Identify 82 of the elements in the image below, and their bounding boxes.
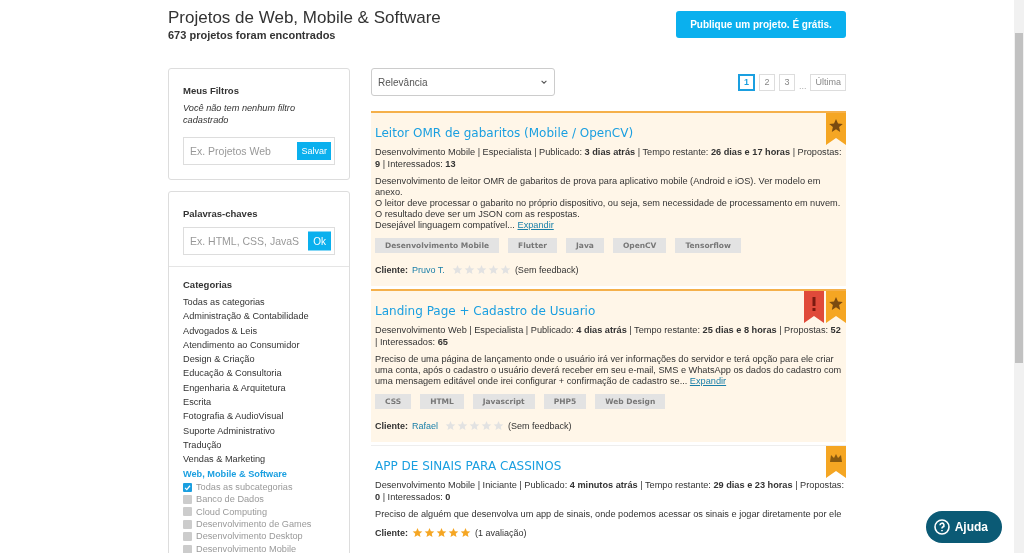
- project-meta: Desenvolvimento Mobile | Iniciante | Publicado: 4 minutos atrás | Tempo restante: 29 dias e 23 horas | Propostas: 0 | Interessados: 0: [375, 479, 844, 503]
- category-link[interactable]: Advogados & Leis: [183, 323, 335, 338]
- subcategory-label: Desenvolvimento de Games: [196, 518, 312, 531]
- star-icon: [499, 264, 511, 275]
- category-link[interactable]: Suporte Administrativo: [183, 423, 335, 438]
- subcategory-label: Cloud Computing: [196, 505, 267, 519]
- client-label: Cliente:: [375, 420, 408, 431]
- crown-ribbon-icon: [826, 446, 846, 478]
- category-link[interactable]: Escrita: [183, 395, 335, 410]
- category-link[interactable]: Tradução: [183, 437, 335, 453]
- page-button[interactable]: 1: [737, 73, 755, 91]
- project-meta: Desenvolvimento Web | Especialista | Publicado: 4 dias atrás | Tempo restante: 25 dias e 8 horas | Propostas: 52 | Interessados: 65: [375, 324, 842, 348]
- star-icon: [451, 264, 463, 275]
- star-icon: [448, 527, 459, 538]
- help-button[interactable]: Ajuda: [925, 511, 1002, 543]
- star-icon: [412, 527, 423, 538]
- page-button[interactable]: 2: [758, 73, 775, 91]
- question-icon: [933, 519, 950, 535]
- subcategory-label: Todas as subcategorias: [196, 480, 293, 494]
- chevron-down-icon: [540, 78, 548, 86]
- project-description: Preciso de uma página de lançamento onde o usuário irá ver informações do servidor e terá opção para ele criar uma conta, após o cadastro o usuário deverá receber em seu e-mail, SMS e WhatsApp os dados do cadastro com uma mensagem editável onde irei configurar + confirmação de cadastro se... Expandir: [375, 354, 843, 387]
- page-title: Projetos de Web, Mobile & Software: [168, 8, 441, 28]
- star-icon: [475, 264, 487, 275]
- star-icon: [424, 527, 435, 538]
- client-name[interactable]: Pruvo T.: [412, 264, 445, 275]
- subcategory-label: Desenvolvimento Mobile: [196, 542, 297, 553]
- feedback-text: (1 avaliação): [475, 527, 527, 538]
- star-icon: [463, 264, 475, 275]
- checkbox[interactable]: [183, 507, 192, 517]
- subcategory-label: Desenvolvimento Desktop: [196, 530, 303, 543]
- scrollbar[interactable]: [1014, 0, 1024, 553]
- category-link[interactable]: Atendimento ao Consumidor: [183, 337, 335, 353]
- category-link[interactable]: Todas as categorias: [183, 295, 335, 310]
- exclamation-ribbon-icon: [804, 291, 824, 323]
- save-button[interactable]: Salvar: [297, 142, 331, 160]
- subcategory-label: Banco de Dados: [196, 493, 264, 506]
- checkbox[interactable]: [183, 494, 192, 504]
- star-icon: [469, 420, 481, 431]
- star-ribbon-icon: [826, 291, 846, 323]
- category-link[interactable]: Vendas & Marketing: [183, 452, 335, 467]
- star-ribbon-icon: [826, 113, 846, 145]
- star-icon: [487, 264, 499, 275]
- category-link[interactable]: Educação & Consultoria: [183, 366, 335, 381]
- ok-button[interactable]: Ok: [308, 231, 331, 251]
- project-title[interactable]: Landing Page + Cadastro de Usuario: [375, 304, 596, 318]
- client-label: Cliente:: [375, 264, 408, 275]
- category-link[interactable]: Administração & Contabilidade: [183, 309, 335, 324]
- client-name[interactable]: Rafael: [412, 420, 439, 431]
- project-description: Preciso de alguém que desenvolva um app de sinais, onde podemos acessar os sinais e jogar diretamente por ele: [375, 509, 843, 520]
- expand-link[interactable]: Expandir: [689, 376, 727, 386]
- category-link[interactable]: Fotografia & AudioVisual: [183, 409, 335, 424]
- pagination-ellipsis: ...: [798, 80, 807, 91]
- client-label: Cliente:: [375, 527, 408, 538]
- star-icon: [493, 420, 505, 431]
- last-page-button[interactable]: Última: [810, 73, 846, 91]
- categories-title: Categorias: [183, 279, 234, 290]
- star-icon: [481, 420, 493, 431]
- star-icon: [460, 527, 471, 538]
- publish-project-button[interactable]: Publique um projeto. É grátis.: [676, 11, 846, 38]
- feedback-text: (Sem feedback): [514, 264, 579, 275]
- expand-link[interactable]: Expandir: [517, 220, 554, 230]
- checkbox[interactable]: [183, 519, 192, 529]
- page-button[interactable]: 3: [778, 73, 795, 91]
- project-title[interactable]: Leitor OMR de gabaritos (Mobile / OpenCV): [375, 126, 634, 140]
- keywords-title: Palavras-chaves: [183, 208, 259, 219]
- feedback-text: (Sem feedback): [508, 420, 572, 431]
- project-title[interactable]: APP DE SINAIS PARA CASSINOS: [375, 459, 562, 473]
- filters-title: Meus Filtros: [183, 85, 240, 96]
- empty-filters-note: Você não tem nenhum filtro cadastrado: [183, 103, 296, 126]
- checkbox[interactable]: [183, 482, 192, 492]
- sort-select[interactable]: Relevância: [371, 68, 555, 96]
- star-icon: [445, 420, 457, 431]
- star-icon: [457, 420, 469, 431]
- project-description: Desenvolvimento de leitor OMR de gabaritos de prova para aplicativo mobile (Android e iOS). Ver modelo em anexo. O leitor deve processar o gabarito no próprio dispositivo, ou seja, sem necessidade de processamento em nuvem. O resultado deve ser um JSON com as respostas. Desejável linguagem compatível... Expandir: [375, 176, 842, 231]
- results-count: 673 projetos foram encontrados: [168, 29, 337, 41]
- project-meta: Desenvolvimento Mobile | Especialista | Publicado: 3 dias atrás | Tempo restante: 26 dias e 17 horas | Propostas: 9 | Interessados: 13: [375, 146, 843, 170]
- checkbox[interactable]: [183, 544, 192, 553]
- category-link[interactable]: Web, Mobile & Software: [183, 466, 335, 481]
- category-link[interactable]: Design & Criação: [183, 352, 335, 367]
- star-icon: [436, 527, 447, 538]
- category-link[interactable]: Engenharia & Arquitetura: [183, 380, 335, 396]
- checkbox[interactable]: [183, 532, 192, 542]
